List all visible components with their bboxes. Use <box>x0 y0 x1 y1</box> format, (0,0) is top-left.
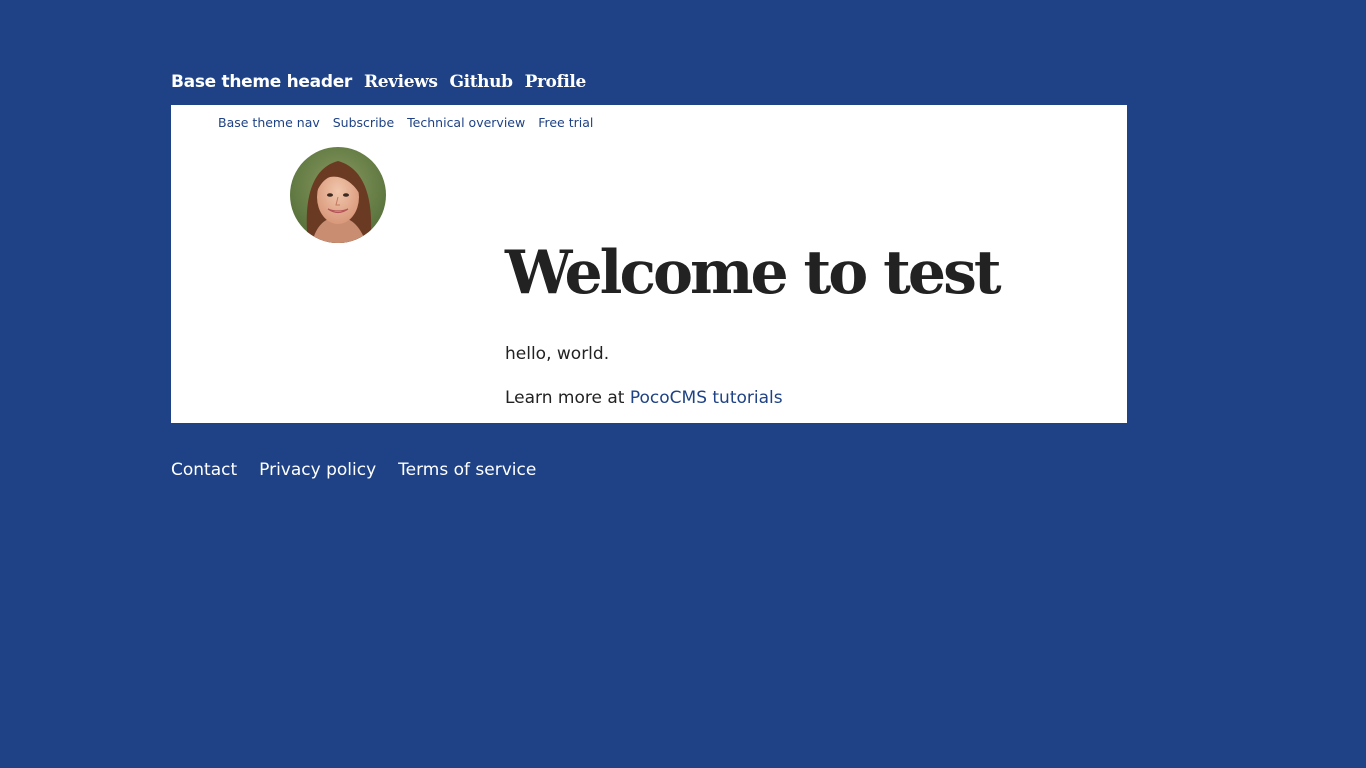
subnav-link-subscribe[interactable]: Subscribe <box>333 115 394 130</box>
main-content-card: Base theme nav Subscribe Technical overv… <box>171 105 1127 423</box>
subnav-link-technical-overview[interactable]: Technical overview <box>407 115 525 130</box>
learn-more-paragraph: Learn more at PocoCMS tutorials <box>505 388 783 408</box>
profile-photo-icon <box>290 147 386 243</box>
intro-paragraph: hello, world. <box>505 344 610 364</box>
subnav-link-base-theme-nav[interactable]: Base theme nav <box>218 115 320 130</box>
profile-avatar <box>290 147 386 243</box>
header-link-github[interactable]: Github <box>450 72 513 92</box>
header-link-reviews[interactable]: Reviews <box>364 72 438 92</box>
site-header: Base theme header Reviews Github Profile <box>171 72 586 92</box>
learn-more-prefix: Learn more at <box>505 388 625 408</box>
page-title: Welcome to test <box>505 238 1002 308</box>
footer-link-contact[interactable]: Contact <box>171 460 237 480</box>
sub-navigation: Base theme nav Subscribe Technical overv… <box>218 115 606 130</box>
footer-link-terms-of-service[interactable]: Terms of service <box>398 460 536 480</box>
pococms-tutorials-link[interactable]: PocoCMS tutorials <box>630 388 783 408</box>
subnav-link-free-trial[interactable]: Free trial <box>538 115 593 130</box>
site-footer: Contact Privacy policy Terms of service <box>171 460 558 480</box>
header-link-profile[interactable]: Profile <box>525 72 587 92</box>
header-title-link[interactable]: Base theme header <box>171 72 352 92</box>
footer-link-privacy-policy[interactable]: Privacy policy <box>259 460 376 480</box>
